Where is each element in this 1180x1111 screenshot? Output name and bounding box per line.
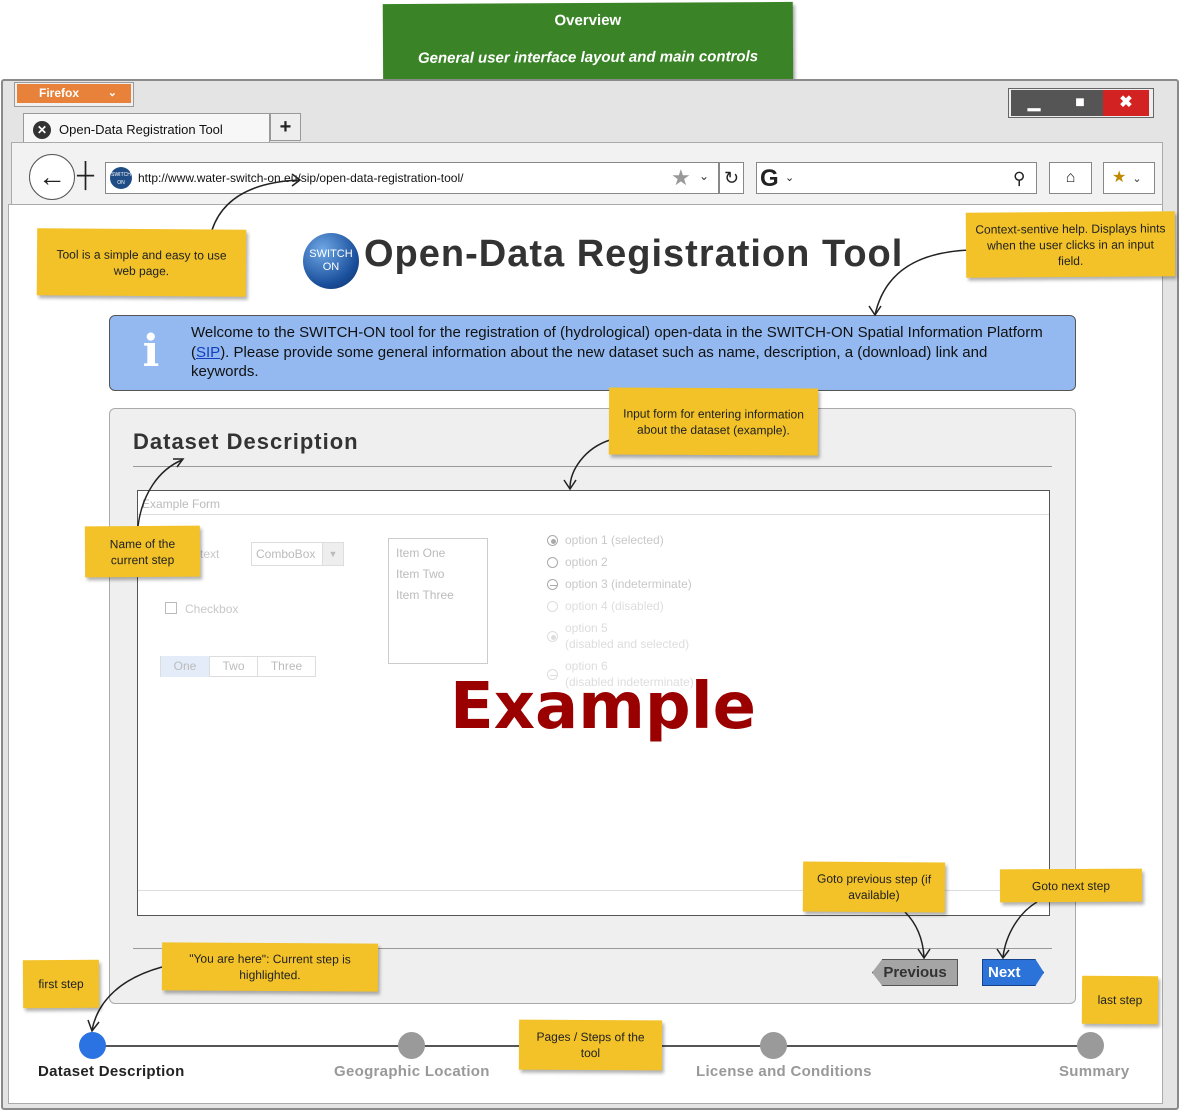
- radio-option-5-sublabel: (disabled and selected): [565, 637, 690, 651]
- radio-option-1[interactable]: [547, 535, 558, 546]
- note-last-step: last step: [1081, 975, 1159, 1025]
- overview-subtitle: General user interface layout and main c…: [417, 48, 759, 67]
- info-icon: i: [142, 326, 160, 377]
- list-box[interactable]: Item One Item Two Item Three: [388, 538, 488, 664]
- firefox-menu-button[interactable]: Firefox ⌄: [17, 84, 131, 103]
- chevron-down-icon: ⌄: [107, 87, 117, 99]
- step-dot-summary[interactable]: [1077, 1032, 1104, 1059]
- url-text[interactable]: http://www.water-switch-on.eu/sip/open-d…: [138, 171, 463, 185]
- bookmarks-chevron-icon: ⌄: [1132, 173, 1142, 185]
- bookmark-star-icon[interactable]: ★: [671, 165, 691, 191]
- form-header: Example Form: [138, 491, 1049, 515]
- combobox-value: ComboBox: [256, 547, 316, 561]
- list-item[interactable]: Item Three: [396, 585, 480, 606]
- radio-option-4-label: option 4 (disabled): [565, 599, 664, 613]
- sip-link[interactable]: SIP: [196, 344, 220, 361]
- note-you-are-here: "You are here": Current step is highligh…: [161, 942, 379, 992]
- new-tab-button[interactable]: +: [270, 113, 301, 141]
- radio-option-5: [547, 631, 558, 642]
- note-current-step-name: Name of the current step: [84, 525, 201, 578]
- list-item[interactable]: Item Two: [396, 564, 480, 585]
- note-simple-web-page: Tool is a simple and easy to use web pag…: [36, 228, 247, 297]
- step-dot-license-and-conditions[interactable]: [760, 1032, 787, 1059]
- note-goto-next: Goto next step: [999, 868, 1143, 903]
- firefox-menu-label: Firefox: [39, 86, 80, 100]
- radio-option-3[interactable]: [547, 579, 558, 590]
- combobox[interactable]: ComboBox ▼: [251, 542, 344, 566]
- step-label-geographic-location[interactable]: Geographic Location: [334, 1063, 490, 1080]
- bookmarks-star-icon: ★: [1112, 169, 1127, 186]
- bookmarks-button[interactable]: ★ ⌄: [1103, 162, 1155, 194]
- next-button[interactable]: Next: [982, 959, 1044, 986]
- forward-button[interactable]: ┼: [77, 164, 101, 190]
- list-item[interactable]: Item One: [396, 543, 480, 564]
- segment-one[interactable]: One: [161, 656, 210, 677]
- divider: [133, 466, 1052, 467]
- back-button[interactable]: ←: [29, 154, 75, 200]
- url-dropdown-chevron-icon[interactable]: ⌄: [699, 169, 709, 183]
- text-field-label: text: [200, 547, 220, 561]
- radio-option-2-label: option 2: [565, 555, 608, 569]
- step-label-summary[interactable]: Summary: [1059, 1063, 1129, 1080]
- note-goto-previous: Goto previous step (if available): [802, 861, 946, 913]
- radio-option-2[interactable]: [547, 557, 558, 568]
- tab-title: Open-Data Registration Tool: [59, 122, 223, 137]
- reload-button[interactable]: ↻: [719, 162, 744, 194]
- checkbox[interactable]: [165, 602, 177, 614]
- overview-title: Overview: [554, 11, 622, 30]
- search-engine-chevron-icon[interactable]: ⌄: [785, 171, 794, 184]
- maximize-button[interactable]: ■: [1057, 90, 1103, 116]
- step-label-license-and-conditions[interactable]: License and Conditions: [696, 1063, 872, 1080]
- step-title: Dataset Description: [133, 429, 359, 454]
- search-engine-google-icon[interactable]: G: [760, 165, 779, 193]
- step-dot-geographic-location[interactable]: [398, 1032, 425, 1059]
- switch-on-logo: SWITCH ON: [303, 233, 359, 289]
- info-text-end: ). Please provide some general informati…: [191, 343, 988, 381]
- search-input[interactable]: [756, 162, 1037, 194]
- segment-three[interactable]: Three: [258, 656, 315, 677]
- checkbox-label: Checkbox: [185, 602, 239, 616]
- example-watermark: Example: [450, 670, 757, 744]
- radio-option-4: [547, 601, 558, 612]
- segment-two[interactable]: Two: [210, 656, 258, 677]
- search-icon[interactable]: ⚲: [1013, 169, 1025, 189]
- home-button[interactable]: ⌂: [1049, 162, 1092, 194]
- combobox-arrow-icon[interactable]: ▼: [322, 543, 343, 565]
- note-input-form: Input form for entering information abou…: [608, 387, 819, 456]
- note-context-help: Context-sentive help. Displays hints whe…: [965, 211, 1176, 278]
- step-label-dataset-description[interactable]: Dataset Description: [38, 1063, 185, 1080]
- page-title: Open-Data Registration Tool: [364, 233, 904, 275]
- minimize-button[interactable]: ▁: [1011, 90, 1057, 116]
- radio-option-1-label: option 1 (selected): [565, 533, 664, 547]
- note-pages-steps: Pages / Steps of the tool: [518, 1019, 663, 1071]
- close-window-button[interactable]: ✖: [1103, 90, 1149, 116]
- radio-option-5-label: option 5: [565, 621, 608, 635]
- previous-button[interactable]: Previous: [872, 959, 958, 986]
- info-text: Welcome to the SWITCH-ON tool for the re…: [191, 323, 1051, 382]
- close-tab-icon[interactable]: ✕: [33, 121, 51, 139]
- radio-option-3-label: option 3 (indeterminate): [565, 577, 692, 591]
- note-first-step: first step: [22, 959, 100, 1009]
- step-dot-dataset-description[interactable]: [79, 1032, 106, 1059]
- site-favicon-icon: SWITCH ON: [110, 167, 132, 189]
